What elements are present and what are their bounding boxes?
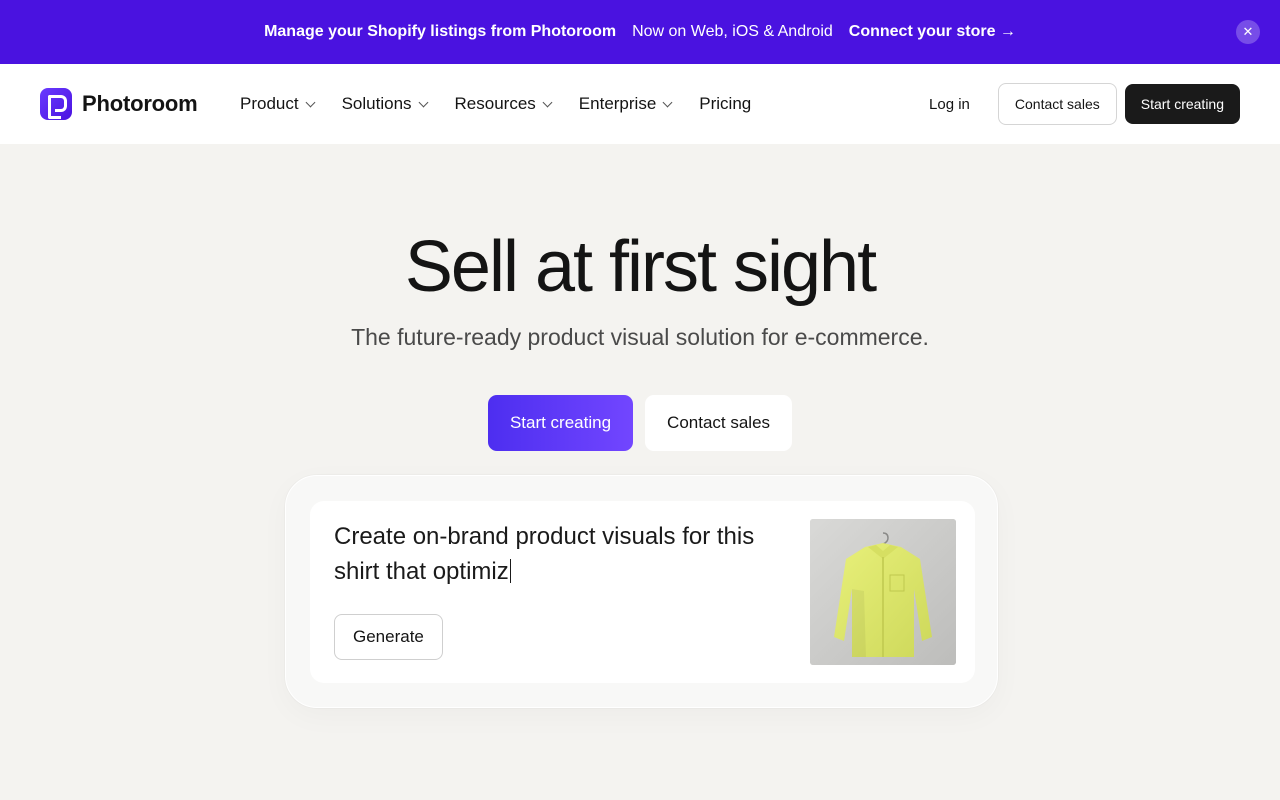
nav-item-resources[interactable]: Resources [454, 94, 553, 114]
generate-button[interactable]: Generate [334, 614, 443, 660]
chevron-down-icon [305, 97, 316, 107]
nav-item-label: Resources [454, 94, 536, 113]
nav-item-solutions[interactable]: Solutions [341, 94, 428, 114]
text-caret [509, 559, 512, 583]
hero-subtitle: The future-ready product visual solution… [351, 324, 929, 350]
hero-start-creating-button[interactable]: Start creating [487, 395, 634, 451]
banner-platforms: Now on Web, iOS & Android [632, 23, 833, 40]
prompt-input[interactable]: Create on-brand product visuals for this… [334, 519, 794, 589]
nav-item-label: Enterprise [578, 94, 657, 113]
main-nav: Product Solutions Resources Enterprise P… [240, 94, 779, 114]
nav-item-label: Pricing [699, 94, 752, 113]
chevron-down-icon [662, 97, 673, 107]
announcement-banner: Manage your Shopify listings from Photor… [0, 0, 1280, 64]
site-header: Photoroom Product Solutions Resources En… [0, 64, 1280, 144]
nav-item-product[interactable]: Product [240, 94, 316, 114]
logo-text: Photoroom [82, 91, 198, 116]
nav-item-label: Product [240, 94, 299, 113]
login-link[interactable]: Log in [929, 96, 970, 113]
close-icon[interactable]: ✕ [1236, 20, 1260, 44]
prompt-text: Create on-brand product visuals for this… [334, 523, 755, 585]
start-creating-button[interactable]: Start creating [1124, 84, 1240, 124]
chevron-down-icon [418, 97, 428, 107]
hero-contact-sales-button[interactable]: Contact sales [645, 395, 793, 451]
logo[interactable]: Photoroom [40, 88, 240, 120]
hero-cta-group: Start creating Contact sales [0, 395, 1280, 451]
connect-store-link[interactable]: Connect your store → [849, 23, 1016, 41]
header-actions: Log in Contact sales Start creating [929, 83, 1240, 125]
shirt-image [810, 519, 956, 665]
hero-title: Sell at first sight [404, 227, 877, 307]
chevron-down-icon [542, 97, 553, 107]
nav-item-enterprise[interactable]: Enterprise [578, 94, 673, 114]
contact-sales-button[interactable]: Contact sales [997, 83, 1117, 125]
nav-item-pricing[interactable]: Pricing [699, 94, 751, 114]
product-image [810, 519, 956, 665]
prompt-card: Create on-brand product visuals for this… [285, 475, 998, 708]
prompt-card-inner: Create on-brand product visuals for this… [310, 501, 975, 683]
nav-item-label: Solutions [341, 94, 412, 113]
banner-headline: Manage your Shopify listings from Photor… [264, 23, 617, 40]
photoroom-logo-icon [40, 88, 72, 120]
